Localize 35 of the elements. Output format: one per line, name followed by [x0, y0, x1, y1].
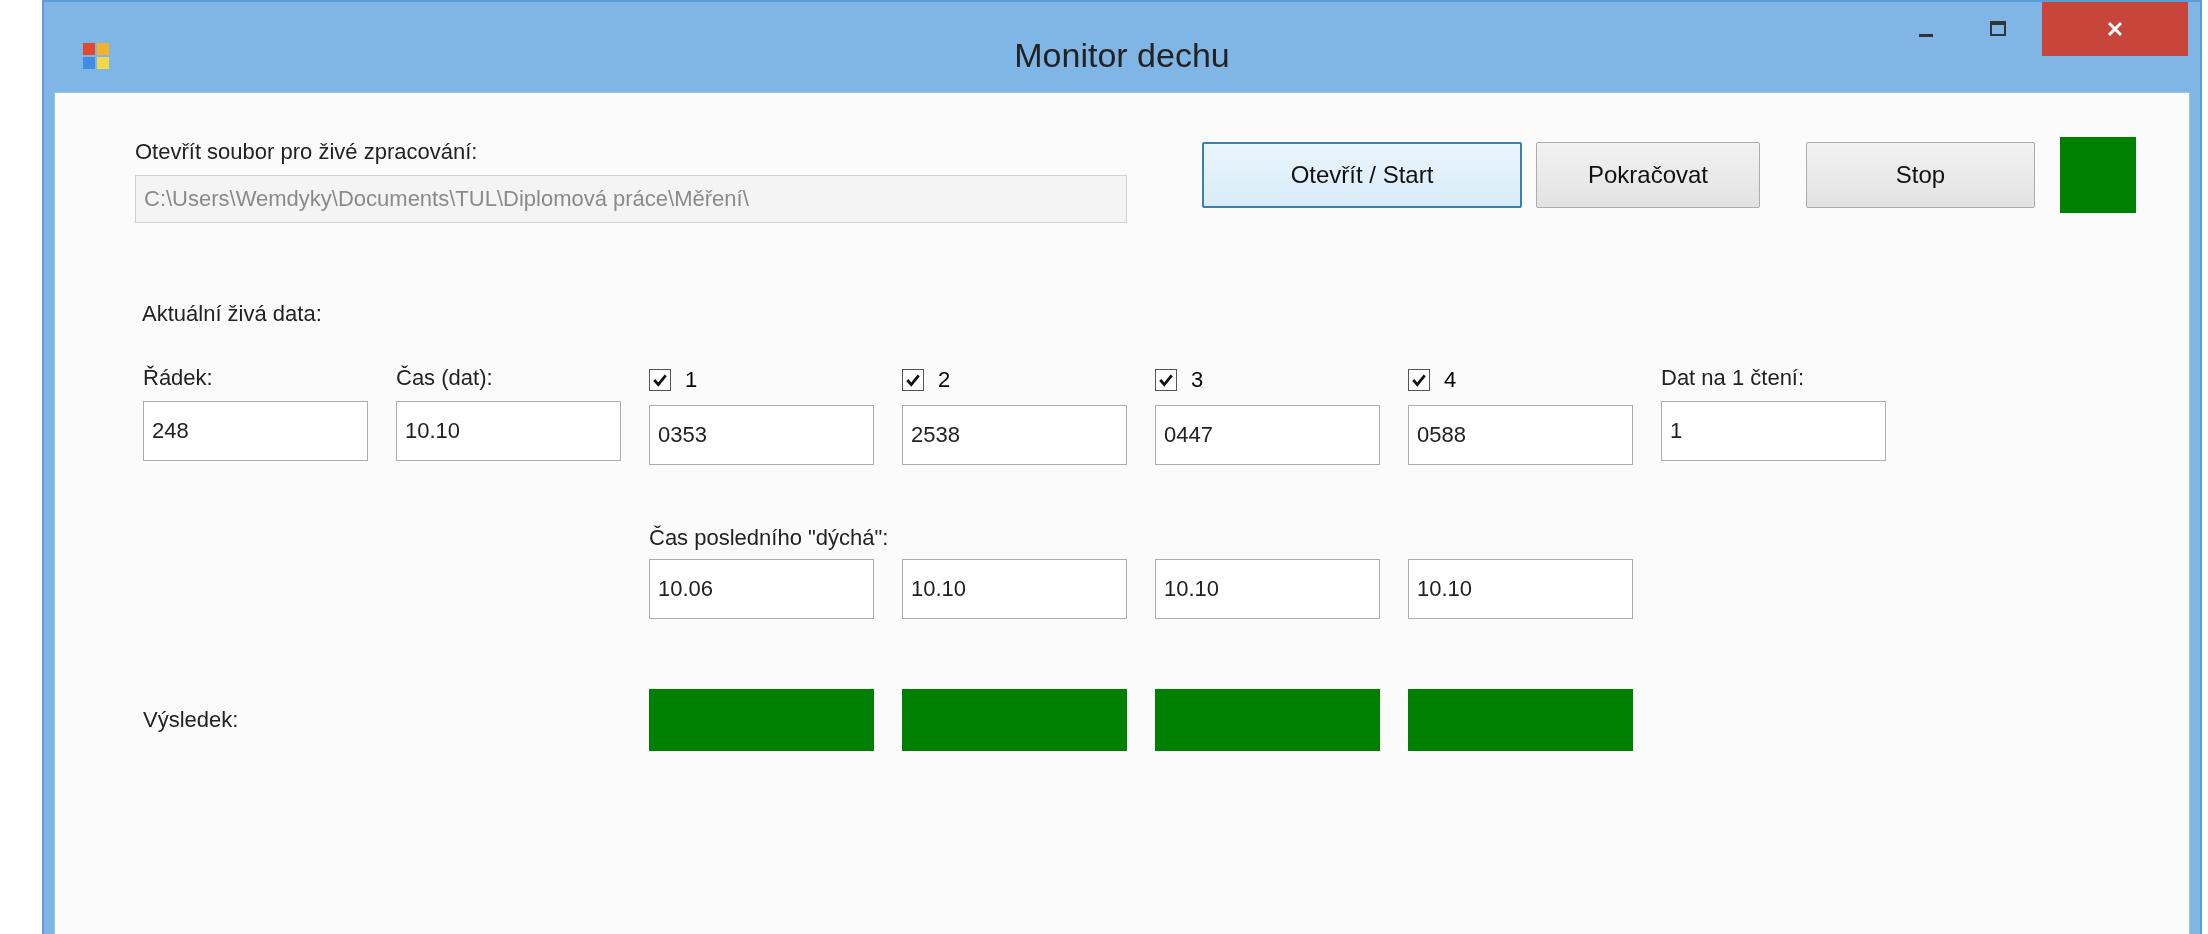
section-heading: Aktuální živá data:	[142, 301, 322, 327]
check-icon	[652, 372, 668, 388]
check-icon	[1158, 372, 1174, 388]
field-label: Čas (dat):	[396, 365, 494, 391]
input-field[interactable]: 10.06	[649, 559, 874, 619]
input-field[interactable]: 0588	[1408, 405, 1633, 465]
input-field[interactable]: 10.10	[902, 559, 1127, 619]
field-label: Čas posledního "dýchá":	[649, 525, 890, 551]
check-icon	[905, 372, 921, 388]
close-button[interactable]	[2042, 2, 2188, 56]
app-icon	[82, 42, 110, 70]
window-title: Monitor dechu	[1014, 36, 1230, 75]
action-button[interactable]: Stop	[1806, 142, 2035, 208]
action-button[interactable]: Pokračovat	[1536, 142, 1760, 208]
input-field[interactable]: 0353	[649, 405, 874, 465]
channel-checkbox[interactable]: 4	[1408, 365, 1633, 395]
check-icon	[1411, 372, 1427, 388]
input-field[interactable]: 10.10	[1408, 559, 1633, 619]
field-label: Dat na 1 čtení:	[1661, 365, 1806, 391]
channel-checkbox[interactable]: 3	[1155, 365, 1380, 395]
close-icon	[2105, 19, 2125, 39]
input-field[interactable]: 248	[143, 401, 368, 461]
input-field[interactable]: 10.10	[1155, 559, 1380, 619]
input-field[interactable]: 2538	[902, 405, 1127, 465]
field-label: Otevřít soubor pro živé zpracování:	[135, 139, 479, 165]
input-field[interactable]: 0447	[1155, 405, 1380, 465]
channel-checkbox[interactable]: 1	[649, 365, 874, 395]
result-label: Výsledek:	[143, 707, 240, 733]
channel-checkbox[interactable]: 2	[902, 365, 1127, 395]
input-field[interactable]: 10.10	[396, 401, 621, 461]
action-button[interactable]: Otevřít / Start	[1202, 142, 1522, 208]
input-field[interactable]: 1	[1661, 401, 1886, 461]
maximize-icon	[1988, 19, 2008, 39]
minimize-icon	[1919, 33, 1933, 37]
field-label: Řádek:	[143, 365, 214, 391]
